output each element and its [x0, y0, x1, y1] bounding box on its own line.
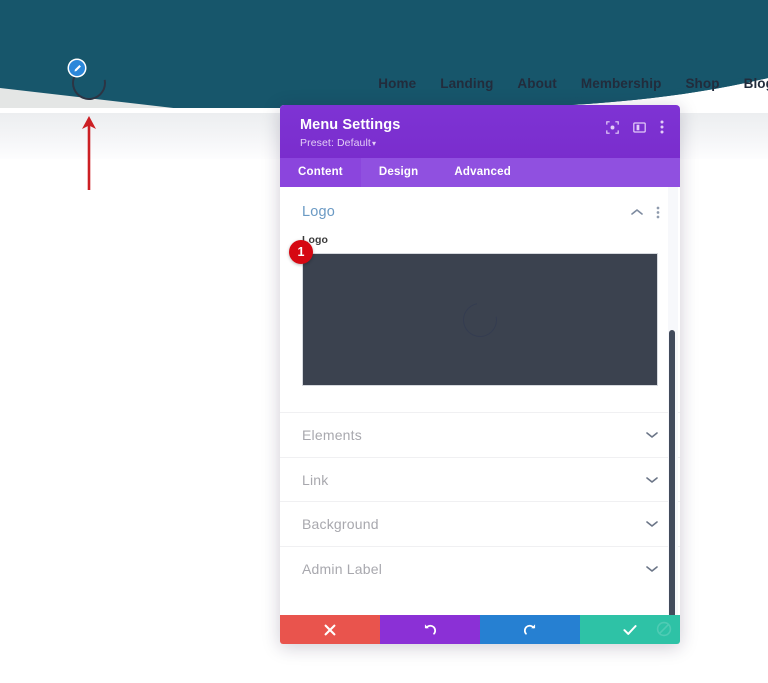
more-vertical-icon[interactable] — [656, 206, 660, 219]
screenshot-root: Home Landing About Membership Shop Blog … — [0, 0, 768, 683]
accordion-elements[interactable]: Elements — [280, 412, 680, 457]
chevron-down-icon[interactable] — [646, 431, 658, 439]
accordion-label: Admin Label — [302, 560, 383, 577]
accordion-list: Elements Link Background Admin Label — [280, 412, 680, 590]
save-button[interactable] — [580, 615, 680, 645]
tab-advanced[interactable]: Advanced — [436, 158, 529, 187]
split-view-icon[interactable] — [633, 121, 646, 134]
logo-upload-preview[interactable]: 1 — [289, 240, 658, 387]
check-icon — [623, 624, 637, 635]
chevron-up-icon[interactable] — [631, 208, 643, 216]
accordion-label: Link — [302, 471, 329, 488]
pencil-icon[interactable] — [69, 60, 85, 76]
menu-settings-modal[interactable]: Menu Settings Preset: Default▾ Content D… — [280, 105, 680, 645]
accordion-link[interactable]: Link — [280, 456, 680, 502]
tab-design[interactable]: Design — [361, 158, 437, 187]
accordion-background[interactable]: Background — [280, 501, 680, 546]
logo-section-title: Logo — [302, 204, 336, 221]
disabled-overlay-icon — [656, 622, 672, 637]
logo-field-label: Logo — [302, 234, 329, 247]
preset-selector[interactable]: Preset: Default▾ — [300, 137, 400, 149]
accordion-label: Elements — [302, 427, 362, 444]
undo-icon — [424, 624, 437, 635]
nav-item-home[interactable]: Home — [378, 76, 416, 91]
nav-item-blog[interactable]: Blog — [744, 76, 768, 91]
chevron-down-icon[interactable] — [646, 565, 658, 573]
modal-tabs[interactable]: Content Design Advanced — [280, 158, 680, 188]
tab-content[interactable]: Content — [280, 158, 361, 188]
redo-button[interactable] — [480, 615, 580, 645]
modal-header-icons — [606, 117, 664, 134]
modal-title: Menu Settings — [300, 117, 401, 133]
logo-section-actions — [631, 206, 660, 219]
close-icon — [324, 624, 336, 636]
nav-item-membership[interactable]: Membership — [581, 76, 662, 91]
accordion-admin-label[interactable]: Admin Label — [280, 545, 680, 591]
site-logo[interactable] — [64, 59, 116, 108]
cancel-button[interactable] — [280, 615, 380, 645]
modal-footer-actions — [280, 615, 680, 645]
nav-item-shop[interactable]: Shop — [685, 76, 719, 91]
modal-header: Menu Settings Preset: Default▾ — [280, 105, 680, 159]
logo-section-header[interactable]: Logo — [280, 187, 680, 234]
modal-body: Logo Logo 1 Elements Link Background Adm… — [280, 187, 680, 616]
focus-target-icon[interactable] — [606, 120, 619, 134]
modal-scrollbar-thumb[interactable] — [669, 330, 675, 616]
redo-icon — [523, 624, 536, 635]
modal-header-text-group: Menu Settings Preset: Default▾ — [300, 117, 400, 149]
red-up-arrow-annotation — [82, 116, 96, 190]
site-primary-nav[interactable]: Home Landing About Membership Shop Blog — [378, 76, 768, 91]
modal-scrollbar[interactable] — [668, 187, 678, 616]
chevron-down-icon[interactable] — [646, 476, 658, 484]
chevron-down-icon: ▾ — [371, 139, 377, 149]
more-vertical-icon[interactable] — [660, 120, 664, 134]
step-badge-1: 1 — [289, 240, 313, 265]
undo-button[interactable] — [380, 615, 480, 645]
nav-item-about[interactable]: About — [517, 76, 556, 91]
circle-arc-logo-preview-icon — [456, 296, 504, 344]
nav-item-landing[interactable]: Landing — [440, 76, 493, 91]
accordion-label: Background — [302, 516, 379, 533]
preset-label: Preset: Default — [300, 137, 371, 150]
chevron-down-icon[interactable] — [646, 520, 658, 528]
